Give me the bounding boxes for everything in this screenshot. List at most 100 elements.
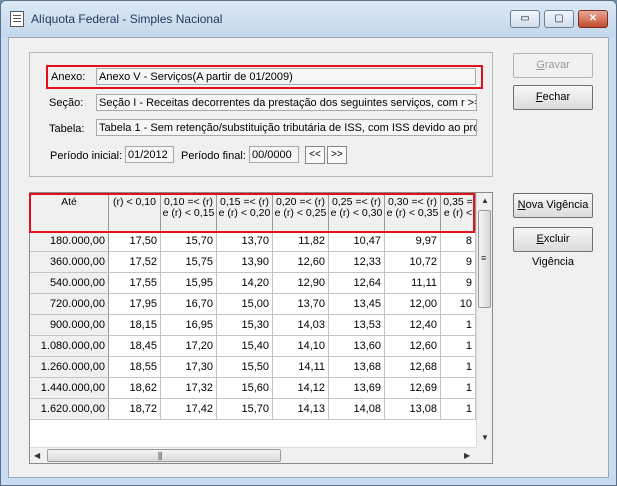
rate-cell[interactable]: 10 [441,294,476,314]
gravar-button[interactable]: Gravar [513,53,593,78]
rate-cell[interactable]: 13,45 [329,294,385,314]
horizontal-scrollbar[interactable]: ◀ ⫼ ▶ [30,447,476,463]
table-row[interactable]: 180.000,00 17,50 15,70 13,70 11,82 10,47 9,97 8 [30,231,476,252]
rate-cell[interactable]: 18,15 [109,315,161,335]
rate-cell[interactable]: 10,47 [329,231,385,251]
rate-cell[interactable]: 14,20 [217,273,273,293]
table-row[interactable]: 1.620.000,00 18,72 17,42 15,70 14,13 14,08 13,… [30,399,476,420]
rate-cell[interactable]: 12,00 [385,294,441,314]
rate-cell[interactable]: 17,95 [109,294,161,314]
table-row[interactable]: 360.000,00 17,52 15,75 13,90 12,60 12,33 10,72… [30,252,476,273]
rate-cell[interactable]: 1 [441,315,476,335]
rate-cell[interactable]: 13,68 [329,357,385,377]
rate-cell[interactable]: 9,97 [385,231,441,251]
rate-cell[interactable]: 1 [441,357,476,377]
scroll-up-icon[interactable]: ▲ [481,196,489,205]
rate-cell[interactable]: 15,75 [161,252,217,272]
vertical-scroll-thumb[interactable]: ≡ [478,210,491,308]
rate-cell[interactable]: 16,95 [161,315,217,335]
row-limit-cell[interactable]: 1.260.000,00 [30,357,109,377]
rate-cell[interactable]: 17,30 [161,357,217,377]
periodo-inicial-field[interactable]: 01/2012 [125,146,174,163]
excluir-vigencia-button[interactable]: Excluir Vigência [513,227,593,268]
nova-vigencia-button[interactable]: Nova Vigência [513,193,593,218]
minimize-button[interactable]: ▭ [510,10,540,28]
rate-cell[interactable]: 9 [441,252,476,272]
vertical-scrollbar[interactable]: ▲ ≡ ▼ [476,193,492,447]
rate-cell[interactable]: 17,52 [109,252,161,272]
rate-cell[interactable]: 17,55 [109,273,161,293]
table-row[interactable]: 1.260.000,00 18,55 17,30 15,50 14,11 13,68 12,… [30,357,476,378]
rate-cell[interactable]: 13,53 [329,315,385,335]
rate-cell[interactable]: 12,64 [329,273,385,293]
row-limit-cell[interactable]: 1.440.000,00 [30,378,109,398]
rate-cell[interactable]: 13,90 [217,252,273,272]
table-row[interactable]: 720.000,00 17,95 16,70 15,00 13,70 13,45 12,00… [30,294,476,315]
rate-cell[interactable]: 12,40 [385,315,441,335]
rate-cell[interactable]: 1 [441,336,476,356]
rate-cell[interactable]: 12,90 [273,273,329,293]
row-limit-cell[interactable]: 540.000,00 [30,273,109,293]
rate-cell[interactable]: 17,50 [109,231,161,251]
rate-cell[interactable]: 14,08 [329,399,385,419]
rate-cell[interactable]: 1 [441,399,476,419]
rate-cell[interactable]: 14,13 [273,399,329,419]
horizontal-scroll-thumb[interactable]: ⫼ [47,449,281,462]
rate-cell[interactable]: 15,60 [217,378,273,398]
rate-cell[interactable]: 13,70 [273,294,329,314]
rate-cell[interactable]: 16,70 [161,294,217,314]
rate-cell[interactable]: 12,33 [329,252,385,272]
rate-cell[interactable]: 12,69 [385,378,441,398]
previous-period-button[interactable]: << [305,146,325,164]
rate-cell[interactable]: 12,60 [273,252,329,272]
rate-cell[interactable]: 15,40 [217,336,273,356]
table-row[interactable]: 1.440.000,00 18,62 17,32 15,60 14,12 13,69 12,… [30,378,476,399]
scroll-down-icon[interactable]: ▼ [481,433,489,442]
rate-cell[interactable]: 15,30 [217,315,273,335]
maximize-button[interactable]: ▢ [544,10,574,28]
rate-cell[interactable]: 13,08 [385,399,441,419]
rate-cell[interactable]: 13,70 [217,231,273,251]
table-row[interactable]: 1.080.000,00 18,45 17,20 15,40 14,10 13,60 12,… [30,336,476,357]
scroll-right-icon[interactable]: ▶ [464,451,470,460]
fechar-button[interactable]: Fechar [513,85,593,110]
rate-cell[interactable]: 14,12 [273,378,329,398]
rate-cell[interactable]: 17,32 [161,378,217,398]
row-limit-cell[interactable]: 900.000,00 [30,315,109,335]
secao-field[interactable]: Seção I - Receitas decorrentes da presta… [96,94,477,111]
rate-cell[interactable]: 9 [441,273,476,293]
rate-cell[interactable]: 8 [441,231,476,251]
rate-cell[interactable]: 11,11 [385,273,441,293]
periodo-final-field[interactable]: 00/0000 [249,146,299,163]
tabela-field[interactable]: Tabela 1 - Sem retenção/substituição tri… [96,119,477,136]
rate-cell[interactable]: 11,82 [273,231,329,251]
rate-cell[interactable]: 13,69 [329,378,385,398]
rate-cell[interactable]: 15,00 [217,294,273,314]
row-limit-cell[interactable]: 1.080.000,00 [30,336,109,356]
scroll-left-icon[interactable]: ◀ [34,451,40,460]
close-button[interactable]: ✕ [578,10,608,28]
rate-cell[interactable]: 14,11 [273,357,329,377]
row-limit-cell[interactable]: 360.000,00 [30,252,109,272]
row-limit-cell[interactable]: 180.000,00 [30,231,109,251]
table-row[interactable]: 540.000,00 17,55 15,95 14,20 12,90 12,64 11,11… [30,273,476,294]
row-limit-cell[interactable]: 1.620.000,00 [30,399,109,419]
table-row[interactable]: 900.000,00 18,15 16,95 15,30 14,03 13,53 12,40… [30,315,476,336]
row-limit-cell[interactable]: 720.000,00 [30,294,109,314]
rate-cell[interactable]: 14,03 [273,315,329,335]
rate-cell[interactable]: 17,42 [161,399,217,419]
rate-cell[interactable]: 18,62 [109,378,161,398]
rate-cell[interactable]: 15,70 [161,231,217,251]
rate-cell[interactable]: 15,50 [217,357,273,377]
title-bar[interactable]: Alíquota Federal - Simples Nacional ▭ ▢ … [1,1,616,37]
rate-cell[interactable]: 13,60 [329,336,385,356]
rate-cell[interactable]: 12,68 [385,357,441,377]
rate-cell[interactable]: 18,72 [109,399,161,419]
rate-cell[interactable]: 14,10 [273,336,329,356]
rate-cell[interactable]: 18,55 [109,357,161,377]
next-period-button[interactable]: >> [327,146,347,164]
rate-cell[interactable]: 12,60 [385,336,441,356]
rate-cell[interactable]: 18,45 [109,336,161,356]
rate-cell[interactable]: 10,72 [385,252,441,272]
rate-cell[interactable]: 15,70 [217,399,273,419]
